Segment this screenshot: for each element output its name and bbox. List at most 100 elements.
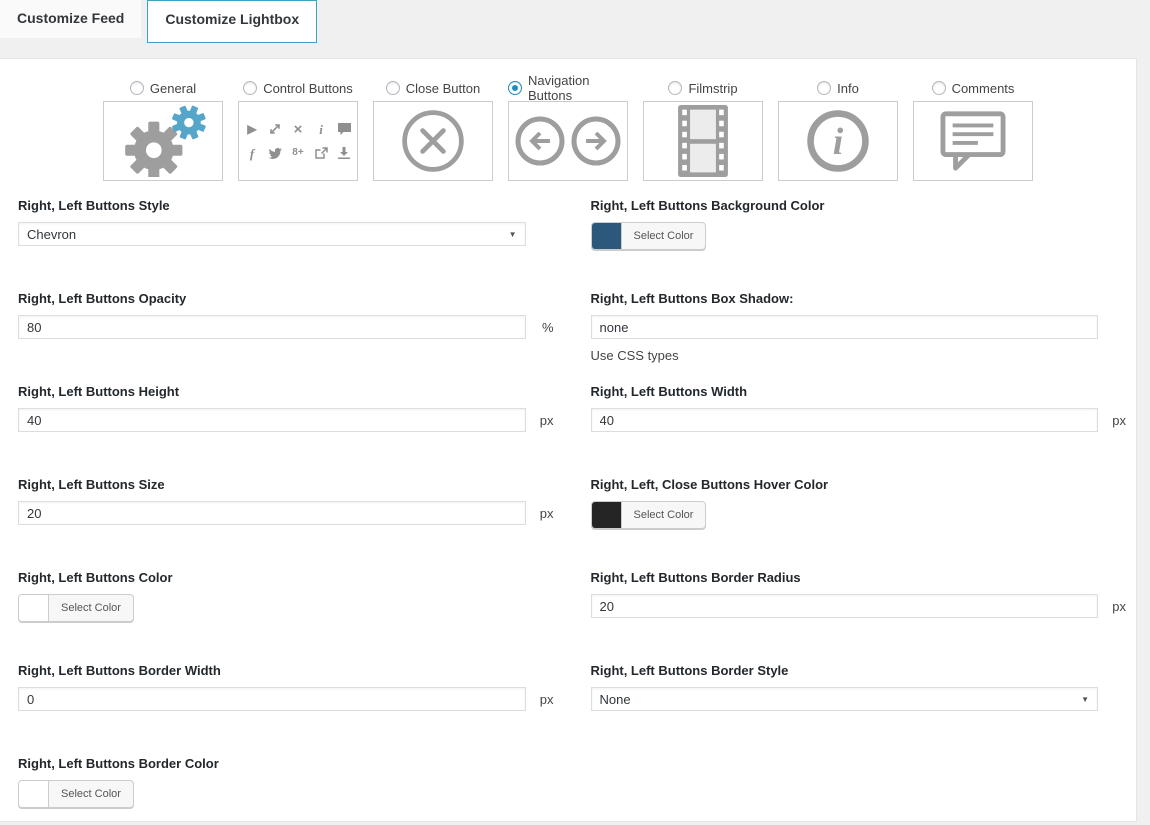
field-border-color: Right, Left Buttons Border Color Select … bbox=[18, 755, 526, 804]
radio-control-buttons[interactable]: Control Buttons bbox=[238, 80, 358, 96]
border-radius-label: Right, Left Buttons Border Radius bbox=[591, 569, 1099, 586]
radio-button-general[interactable] bbox=[130, 81, 144, 95]
buttons-color-label: Right, Left Buttons Color bbox=[18, 569, 526, 586]
background-color-picker-button[interactable]: Select Color bbox=[591, 222, 707, 250]
external-link-icon bbox=[314, 146, 329, 160]
select-caret-icon: ▼ bbox=[509, 230, 517, 239]
comments-icon-box[interactable] bbox=[913, 101, 1033, 181]
field-box-shadow: Right, Left Buttons Box Shadow: Use CSS … bbox=[591, 290, 1099, 339]
radio-navigation-buttons[interactable]: Navigation Buttons bbox=[508, 80, 628, 96]
radio-close-button[interactable]: Close Button bbox=[373, 80, 493, 96]
google-plus-icon: 8+ bbox=[291, 146, 306, 160]
opacity-suffix: % bbox=[542, 320, 554, 335]
customize-lightbox-panel: General bbox=[0, 58, 1137, 822]
buttons-color-picker-button[interactable]: Select Color bbox=[18, 594, 134, 622]
radio-button-filmstrip[interactable] bbox=[668, 81, 682, 95]
close-button-icon-box[interactable] bbox=[373, 101, 493, 181]
opacity-label: Right, Left Buttons Opacity bbox=[18, 290, 526, 307]
gears-icon bbox=[111, 105, 216, 177]
radio-button-close-button[interactable] bbox=[386, 81, 400, 95]
select-color-label: Select Color bbox=[49, 781, 133, 807]
radio-label: Filmstrip bbox=[688, 81, 737, 96]
radio-general[interactable]: General bbox=[103, 80, 223, 96]
radio-label: Control Buttons bbox=[263, 81, 353, 96]
field-border-radius: Right, Left Buttons Border Radius px bbox=[591, 569, 1099, 618]
background-color-swatch bbox=[592, 223, 622, 249]
radio-button-info[interactable] bbox=[817, 81, 831, 95]
field-buttons-style: Right, Left Buttons Style Chevron ▼ bbox=[18, 197, 526, 246]
radio-comments[interactable]: Comments bbox=[913, 80, 1033, 96]
twitter-icon bbox=[268, 146, 283, 160]
radio-label: Close Button bbox=[406, 81, 480, 96]
facebook-icon: f bbox=[245, 146, 260, 160]
section-comments: Comments bbox=[913, 80, 1033, 181]
filmstrip-icon-box[interactable] bbox=[643, 101, 763, 181]
info-circle-icon: i bbox=[803, 106, 873, 176]
section-filmstrip: Filmstrip bbox=[643, 80, 763, 181]
tabs-bar: Customize Feed Customize Lightbox bbox=[0, 0, 1150, 58]
border-style-label: Right, Left Buttons Border Style bbox=[591, 662, 1099, 679]
buttons-style-value: Chevron bbox=[27, 227, 76, 242]
buttons-style-label: Right, Left Buttons Style bbox=[18, 197, 526, 214]
section-close-button: Close Button bbox=[373, 80, 493, 181]
settings-page: Customize Feed Customize Lightbox Genera… bbox=[0, 0, 1150, 825]
field-buttons-width: Right, Left Buttons Width px bbox=[591, 383, 1099, 432]
fullscreen-icon: × bbox=[291, 122, 306, 136]
radio-button-navigation-buttons[interactable] bbox=[508, 81, 522, 95]
buttons-width-input[interactable] bbox=[591, 408, 1099, 432]
close-circle-icon bbox=[398, 106, 468, 176]
field-buttons-size: Right, Left Buttons Size px bbox=[18, 476, 526, 525]
info-small-icon: i bbox=[314, 122, 329, 136]
radio-filmstrip[interactable]: Filmstrip bbox=[643, 80, 763, 96]
radio-button-control-buttons[interactable] bbox=[243, 81, 257, 95]
general-icon-box[interactable] bbox=[103, 101, 223, 181]
comment-bubble-icon bbox=[935, 109, 1011, 173]
field-background-color: Right, Left Buttons Background Color Sel… bbox=[591, 197, 1099, 246]
border-width-input[interactable] bbox=[18, 687, 526, 711]
border-style-value: None bbox=[600, 692, 631, 707]
radio-label: Navigation Buttons bbox=[528, 73, 628, 103]
info-icon-box[interactable]: i bbox=[778, 101, 898, 181]
control-buttons-icon-box[interactable]: ▶ × i f bbox=[238, 101, 358, 181]
border-color-picker-button[interactable]: Select Color bbox=[18, 780, 134, 808]
border-radius-input[interactable] bbox=[591, 594, 1099, 618]
section-control-buttons: Control Buttons ▶ × i bbox=[238, 80, 358, 181]
border-width-label: Right, Left Buttons Border Width bbox=[18, 662, 526, 679]
expand-icon bbox=[268, 122, 283, 136]
box-shadow-input[interactable] bbox=[591, 315, 1099, 339]
border-radius-suffix: px bbox=[1112, 599, 1126, 614]
control-buttons-icons: ▶ × i f bbox=[245, 122, 352, 160]
opacity-input[interactable] bbox=[18, 315, 526, 339]
field-border-style: Right, Left Buttons Border Style None ▼ bbox=[591, 662, 1099, 711]
border-style-select[interactable]: None ▼ bbox=[591, 687, 1099, 711]
section-general: General bbox=[103, 80, 223, 181]
lightbox-settings-form: Right, Left Buttons Style Chevron ▼ Righ… bbox=[0, 181, 1136, 825]
hover-color-picker-button[interactable]: Select Color bbox=[591, 501, 707, 529]
buttons-height-input[interactable] bbox=[18, 408, 526, 432]
field-buttons-color: Right, Left Buttons Color Select Color bbox=[18, 569, 526, 618]
background-color-label: Right, Left Buttons Background Color bbox=[591, 197, 1099, 214]
radio-label: Info bbox=[837, 81, 859, 96]
tab-customize-lightbox[interactable]: Customize Lightbox bbox=[147, 0, 317, 43]
navigation-arrows-icon bbox=[514, 114, 622, 168]
buttons-height-label: Right, Left Buttons Height bbox=[18, 383, 526, 400]
navigation-buttons-icon-box[interactable] bbox=[508, 101, 628, 181]
field-buttons-height: Right, Left Buttons Height px bbox=[18, 383, 526, 432]
border-width-suffix: px bbox=[540, 692, 554, 707]
box-shadow-label: Right, Left Buttons Box Shadow: bbox=[591, 290, 1099, 307]
buttons-size-suffix: px bbox=[540, 506, 554, 521]
radio-button-comments[interactable] bbox=[932, 81, 946, 95]
tab-customize-feed[interactable]: Customize Feed bbox=[0, 0, 141, 38]
radio-label: General bbox=[150, 81, 196, 96]
buttons-style-select[interactable]: Chevron ▼ bbox=[18, 222, 526, 246]
radio-info[interactable]: Info bbox=[778, 80, 898, 96]
comment-small-icon bbox=[337, 122, 352, 136]
download-icon bbox=[337, 146, 352, 160]
box-shadow-hint: Use CSS types bbox=[591, 348, 1099, 363]
buttons-size-label: Right, Left Buttons Size bbox=[18, 476, 526, 493]
filmstrip-icon bbox=[672, 105, 734, 177]
buttons-size-input[interactable] bbox=[18, 501, 526, 525]
field-border-width: Right, Left Buttons Border Width px bbox=[18, 662, 526, 711]
svg-text:i: i bbox=[833, 121, 844, 163]
radio-label: Comments bbox=[952, 81, 1015, 96]
